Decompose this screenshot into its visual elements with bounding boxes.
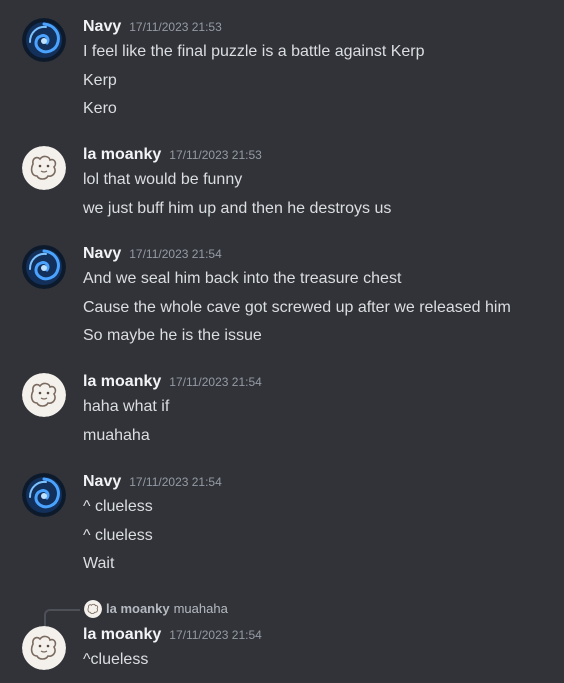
sketch-creature-avatar[interactable]: [22, 626, 66, 670]
sketch-creature-avatar[interactable]: [22, 373, 66, 417]
navy-swirl-avatar[interactable]: [22, 473, 66, 517]
message-text: we just buff him up and then he destroys…: [83, 200, 392, 217]
message-text: Wait: [83, 555, 115, 572]
message-timestamp: 17/11/2023 21:54: [129, 247, 222, 261]
message-timestamp: 17/11/2023 21:54: [129, 475, 222, 489]
message-header: la moanky 17/11/2023 21:54: [83, 373, 262, 395]
message-text: ^clueless: [83, 651, 149, 668]
author-name[interactable]: Navy: [83, 473, 121, 491]
reply-author[interactable]: la moanky: [106, 601, 170, 616]
navy-swirl-avatar[interactable]: [22, 245, 66, 289]
message-timestamp: 17/11/2023 21:54: [169, 628, 262, 642]
swirl-icon: [22, 18, 66, 62]
reply-text: la moanky muahaha: [106, 600, 228, 618]
message-header: Navy 17/11/2023 21:54: [83, 473, 222, 495]
reply-content[interactable]: muahaha: [174, 601, 228, 616]
author-name[interactable]: la moanky: [83, 146, 161, 164]
chat-message-list: Navy 17/11/2023 21:53 I feel like the fi…: [0, 0, 564, 683]
message-timestamp: 17/11/2023 21:53: [169, 148, 262, 162]
message-header: la moanky 17/11/2023 21:54: [83, 626, 262, 648]
creature-sketch-icon: [84, 600, 102, 618]
message-text: haha what if: [83, 398, 170, 415]
swirl-icon: [22, 473, 66, 517]
reply-avatar: [84, 600, 102, 618]
author-name[interactable]: la moanky: [83, 626, 161, 644]
message-text: muahaha: [83, 427, 150, 444]
reply-preview[interactable]: la moanky muahaha: [44, 600, 444, 631]
author-name[interactable]: Navy: [83, 245, 121, 263]
creature-sketch-icon: [22, 146, 66, 190]
message-timestamp: 17/11/2023 21:53: [129, 20, 222, 34]
message-text: ^ clueless: [83, 527, 153, 544]
message-text: Kerp: [83, 72, 117, 89]
sketch-creature-avatar[interactable]: [22, 146, 66, 190]
message-header: Navy 17/11/2023 21:54: [83, 245, 222, 267]
message-text: And we seal him back into the treasure c…: [83, 270, 402, 287]
author-name[interactable]: la moanky: [83, 373, 161, 391]
message-text: lol that would be funny: [83, 171, 243, 188]
message-header: Navy 17/11/2023 21:53: [83, 18, 222, 40]
message-timestamp: 17/11/2023 21:54: [169, 375, 262, 389]
navy-swirl-avatar[interactable]: [22, 18, 66, 62]
message-text: Kero: [83, 100, 117, 117]
creature-sketch-icon: [22, 626, 66, 670]
message-text: So maybe he is the issue: [83, 327, 262, 344]
message-text: ^ clueless: [83, 498, 153, 515]
message-header: la moanky 17/11/2023 21:53: [83, 146, 262, 168]
swirl-icon: [22, 245, 66, 289]
message-text: Cause the whole cave got screwed up afte…: [83, 299, 511, 316]
author-name[interactable]: Navy: [83, 18, 121, 36]
creature-sketch-icon: [22, 373, 66, 417]
message-text: I feel like the final puzzle is a battle…: [83, 43, 425, 60]
